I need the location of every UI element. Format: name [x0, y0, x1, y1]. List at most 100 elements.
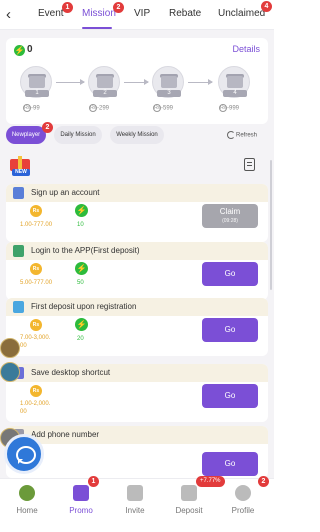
requirement-value: -599	[161, 105, 174, 112]
chest-box	[97, 76, 113, 88]
refresh-icon	[227, 131, 235, 139]
chest-2-requirement: ₨-299	[89, 104, 109, 112]
tab-weekly-mission[interactable]: Weekly Mission	[110, 126, 164, 144]
chest-number: 2	[93, 90, 117, 97]
nav-label: Profile	[231, 506, 255, 515]
chest-box	[161, 76, 177, 88]
back-arrow-icon[interactable]: ‹	[6, 7, 20, 23]
task-card-first-deposit: First deposit upon registration Rs ⚡ 7.0…	[6, 298, 268, 356]
promo-icon	[73, 485, 89, 501]
coin-icon: Rs	[30, 319, 42, 331]
invite-icon	[127, 485, 143, 501]
nav-home[interactable]: Home	[0, 479, 54, 532]
go-button[interactable]: Go	[202, 452, 258, 476]
go-button[interactable]: Go	[202, 262, 258, 286]
chest-1-requirement: ₨-99	[23, 104, 40, 112]
task-title: Add phone number	[31, 430, 100, 439]
nav-deposit-badge: +7.77%	[196, 476, 225, 487]
tab-daily-mission[interactable]: Daily Mission	[54, 126, 102, 144]
mission-progress-card: ⚡ 0 Details 1 2 3 4 ₨-99 ₨-299 ₨-599 ₨-9…	[6, 38, 268, 124]
profile-icon	[235, 485, 251, 501]
tab-rebate[interactable]: Rebate	[169, 8, 201, 19]
coin-icon: Rs	[30, 385, 42, 397]
top-tab-bar: ‹ Event 1 Mission 2 VIP Rebate Unclaimed…	[0, 0, 274, 30]
reward-points: 20	[77, 336, 84, 342]
coin-icon: ₨	[23, 104, 31, 112]
chest-box	[227, 76, 243, 88]
nav-label: Deposit	[175, 506, 203, 515]
tab-event-badge: 1	[62, 2, 73, 13]
tab-vip[interactable]: VIP	[134, 8, 150, 19]
tab-event[interactable]: Event	[38, 8, 64, 19]
tab-mission[interactable]: Mission	[82, 8, 116, 19]
progress-arrow	[56, 79, 85, 85]
reward-amount: 1.00-777.00	[20, 222, 53, 228]
claim-label: Claim	[219, 207, 241, 216]
nav-label: Home	[16, 506, 38, 515]
reward-points: 50	[77, 280, 84, 286]
coin-icon: Rs	[30, 263, 42, 275]
new-label: NEW	[12, 169, 30, 176]
app-login-icon	[13, 245, 24, 257]
nav-promo-badge: 1	[88, 476, 99, 487]
task-title: Sign up an account	[31, 188, 100, 197]
account-icon	[13, 187, 24, 199]
chat-support-icon[interactable]	[4, 434, 44, 474]
nav-profile-badge: 2	[258, 476, 269, 487]
chest-number: 1	[25, 90, 49, 97]
chest-1[interactable]: 1	[20, 66, 52, 98]
chest-number: 3	[157, 90, 181, 97]
nav-invite[interactable]: Invite	[108, 479, 162, 532]
reward-amount: 7.00-3,000. 00	[20, 335, 51, 349]
bolt-icon: ⚡	[75, 318, 88, 331]
requirement-value: -999	[227, 105, 240, 112]
task-card-desktop-shortcut: Save desktop shortcut Rs 1.00-2,000. 00 …	[6, 364, 268, 422]
tab-unclaimed[interactable]: Unclaimed	[218, 8, 265, 19]
rules-note-icon[interactable]	[244, 158, 255, 171]
nav-label: Promo	[69, 506, 93, 515]
task-title: First deposit upon registration	[31, 302, 137, 311]
coin-icon: Rs	[30, 205, 42, 217]
tab-newplayer-badge: 2	[42, 122, 53, 133]
reward-points: 10	[77, 222, 84, 228]
home-icon	[19, 485, 35, 501]
chest-4[interactable]: 4	[218, 66, 250, 98]
task-card-signup: Sign up an account Rs ⚡ 1.00-777.00 10 C…	[6, 184, 268, 242]
details-link[interactable]: Details	[232, 44, 260, 54]
scrollbar[interactable]	[270, 160, 272, 290]
active-tab-indicator	[82, 27, 112, 29]
chest-number: 4	[223, 90, 247, 97]
requirement-value: -99	[31, 105, 40, 112]
bolt-icon: ⚡	[75, 262, 88, 275]
nav-label: Invite	[125, 506, 145, 515]
floating-avatar-icon[interactable]	[0, 362, 20, 382]
nav-promo[interactable]: Promo	[54, 479, 108, 532]
chest-3-requirement: ₨-599	[153, 104, 173, 112]
coin-icon: ₨	[219, 104, 227, 112]
claim-countdown: (09:28)	[222, 218, 238, 224]
bottom-nav: Home Promo Invite Deposit Profile	[0, 478, 274, 532]
go-button[interactable]: Go	[202, 384, 258, 408]
refresh-button[interactable]: Refresh	[227, 131, 257, 139]
new-gift-icon: NEW	[8, 152, 34, 176]
mission-page: ‹ Event 1 Mission 2 VIP Rebate Unclaimed…	[0, 0, 274, 532]
reward-amount: 1.00-2,000. 00	[20, 401, 51, 415]
claim-button[interactable]: Claim (09:28)	[202, 204, 258, 228]
chest-3[interactable]: 3	[152, 66, 184, 98]
tab-newplayer[interactable]: Newplayer	[6, 126, 46, 144]
chest-4-requirement: ₨-999	[219, 104, 239, 112]
go-button[interactable]: Go	[202, 318, 258, 342]
tab-unclaimed-badge: 4	[261, 1, 272, 12]
deposit-icon	[181, 485, 197, 501]
task-card-phone: Add phone number Go	[6, 426, 268, 478]
tab-mission-badge: 2	[113, 2, 124, 13]
coin-icon: ₨	[89, 104, 97, 112]
floating-avatar-icon[interactable]	[0, 338, 20, 358]
progress-arrow	[188, 79, 213, 85]
bolt-icon: ⚡	[75, 204, 88, 217]
coin-icon: ₨	[153, 104, 161, 112]
task-card-login: Login to the APP(First deposit) Rs ⚡ 5.0…	[6, 242, 268, 300]
progress-arrow	[124, 79, 149, 85]
chest-2[interactable]: 2	[88, 66, 120, 98]
task-title: Save desktop shortcut	[31, 368, 111, 377]
